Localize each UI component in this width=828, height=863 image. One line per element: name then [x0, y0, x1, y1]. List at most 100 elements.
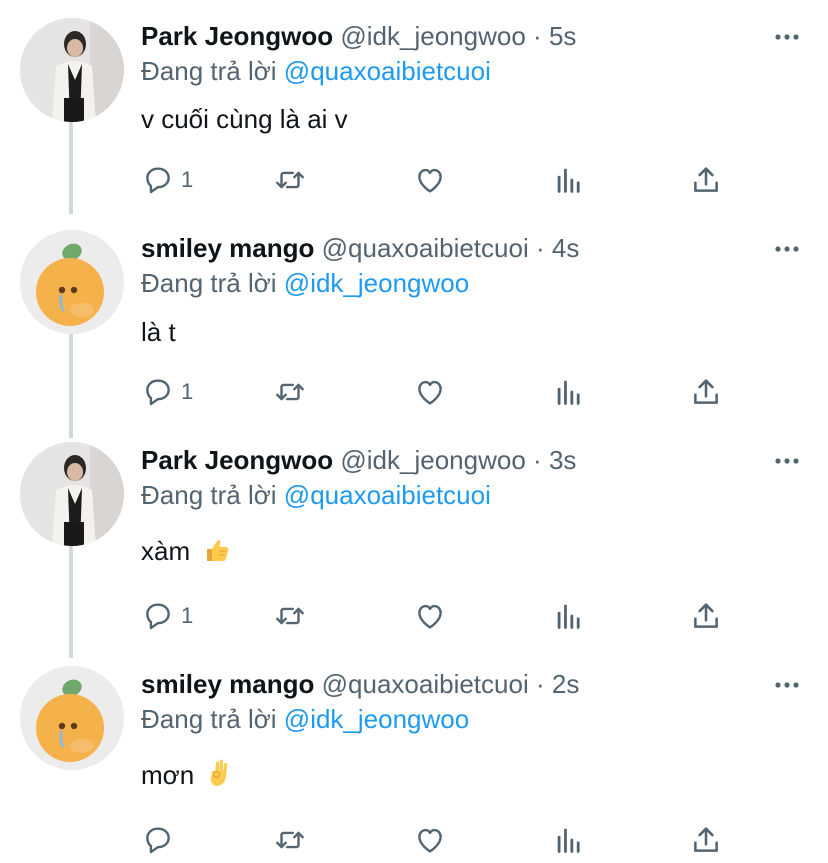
retweet-button[interactable]: [273, 370, 307, 414]
reply-button[interactable]: [141, 818, 181, 862]
tweet-text: là t: [141, 317, 176, 347]
reply-button[interactable]: 1: [141, 594, 193, 638]
replying-to: Đang trả lời @idk_jeongwoo: [141, 702, 469, 736]
timestamp[interactable]: 3s: [549, 445, 576, 475]
avatar[interactable]: [20, 442, 124, 546]
retweet-icon: [276, 831, 304, 849]
tweet-header: Park Jeongwoo @idk_jeongwoo · 3s: [141, 443, 576, 477]
share-button[interactable]: [689, 158, 723, 202]
separator-dot: ·: [535, 233, 545, 263]
display-name[interactable]: smiley mango: [141, 233, 314, 263]
retweet-button[interactable]: [273, 818, 307, 862]
reply-button[interactable]: 1: [141, 158, 193, 202]
tweet[interactable]: Park Jeongwoo @idk_jeongwoo · 5s Đang tr…: [0, 0, 828, 212]
mention-link[interactable]: @idk_jeongwoo: [284, 704, 469, 734]
display-name[interactable]: smiley mango: [141, 669, 314, 699]
like-button[interactable]: [413, 818, 447, 862]
retweet-icon: [276, 171, 304, 189]
tweet-text: v cuối cùng là ai v: [141, 104, 348, 134]
share-button[interactable]: [689, 818, 723, 862]
reply-count: 1: [181, 167, 194, 192]
share-icon: [694, 379, 718, 404]
timestamp[interactable]: 4s: [552, 233, 579, 263]
replying-to-label: Đang trả lời: [141, 480, 277, 510]
analytics-icon: [557, 168, 580, 193]
separator-dot: ·: [535, 669, 545, 699]
mango-avatar: [20, 666, 124, 770]
share-icon: [694, 827, 718, 852]
timestamp[interactable]: 2s: [552, 669, 579, 699]
analytics-button[interactable]: [552, 158, 586, 202]
retweet-button[interactable]: [273, 594, 307, 638]
mention-link[interactable]: @idk_jeongwoo: [284, 268, 469, 298]
share-button[interactable]: [689, 370, 723, 414]
action-bar: 1: [141, 370, 741, 414]
more-options-icon[interactable]: [772, 22, 802, 52]
analytics-button[interactable]: [552, 370, 586, 414]
reply-thread: Park Jeongwoo @idk_jeongwoo · 5s Đang tr…: [0, 0, 828, 863]
user-handle[interactable]: @idk_jeongwoo: [340, 21, 525, 51]
tweet-text: xàm: [141, 534, 231, 572]
tweet-text-content: xàm: [141, 536, 191, 566]
heart-icon: [418, 380, 442, 405]
more-options-icon[interactable]: [772, 670, 802, 700]
replying-to-label: Đang trả lời: [141, 56, 277, 86]
tweet-text: mơn: [141, 758, 233, 796]
more-options-icon[interactable]: [772, 446, 802, 476]
user-handle[interactable]: @quaxoaibietcuoi: [322, 669, 529, 699]
person-photo-avatar: [20, 18, 124, 122]
replying-to: Đang trả lời @quaxoaibietcuoi: [141, 478, 491, 512]
reply-icon: [146, 827, 170, 854]
reply-count: 1: [181, 603, 194, 628]
tweet[interactable]: smiley mango @quaxoaibietcuoi · 4s Đang …: [0, 212, 828, 424]
mention-link[interactable]: @quaxoaibietcuoi: [284, 56, 491, 86]
person-photo-avatar: [20, 442, 124, 546]
retweet-button[interactable]: [273, 158, 307, 202]
timestamp[interactable]: 5s: [549, 21, 576, 51]
analytics-icon: [557, 828, 580, 853]
reply-count: 1: [181, 379, 194, 404]
user-handle[interactable]: @quaxoaibietcuoi: [322, 233, 529, 263]
retweet-icon: [276, 607, 304, 625]
avatar[interactable]: [20, 666, 124, 770]
replying-to-label: Đang trả lời: [141, 268, 277, 298]
tweet-text-content: mơn: [141, 760, 195, 790]
more-options-icon[interactable]: [772, 234, 802, 264]
mango-avatar: [20, 230, 124, 334]
retweet-icon: [276, 383, 304, 401]
heart-icon: [418, 828, 442, 853]
display-name[interactable]: Park Jeongwoo: [141, 21, 333, 51]
share-icon: [694, 167, 718, 192]
like-button[interactable]: [413, 594, 447, 638]
reply-icon: [146, 603, 170, 630]
action-bar: 1: [141, 158, 741, 202]
tweet[interactable]: smiley mango @quaxoaibietcuoi · 2s Đang …: [0, 648, 828, 863]
display-name[interactable]: Park Jeongwoo: [141, 445, 333, 475]
replying-to: Đang trả lời @idk_jeongwoo: [141, 266, 469, 300]
replying-to-label: Đang trả lời: [141, 704, 277, 734]
analytics-button[interactable]: [552, 818, 586, 862]
tweet[interactable]: Park Jeongwoo @idk_jeongwoo · 3s Đang tr…: [0, 424, 828, 648]
reply-icon: [146, 379, 170, 406]
mention-link[interactable]: @quaxoaibietcuoi: [284, 480, 491, 510]
tweet-header: smiley mango @quaxoaibietcuoi · 4s: [141, 231, 579, 265]
replying-to: Đang trả lời @quaxoaibietcuoi: [141, 54, 491, 88]
analytics-button[interactable]: [552, 594, 586, 638]
heart-icon: [418, 168, 442, 193]
tweet-header: smiley mango @quaxoaibietcuoi · 2s: [141, 667, 579, 701]
heart-icon: [418, 604, 442, 629]
share-icon: [694, 603, 718, 628]
thumbs-up-emoji: [203, 536, 231, 572]
separator-dot: ·: [533, 445, 542, 475]
avatar[interactable]: [20, 18, 124, 122]
share-button[interactable]: [689, 594, 723, 638]
analytics-icon: [557, 604, 580, 629]
action-bar: [141, 818, 741, 862]
avatar[interactable]: [20, 230, 124, 334]
user-handle[interactable]: @idk_jeongwoo: [340, 445, 525, 475]
separator-dot: ·: [533, 21, 542, 51]
reply-button[interactable]: 1: [141, 370, 193, 414]
like-button[interactable]: [413, 370, 447, 414]
ok-hand-emoji: [207, 758, 233, 796]
like-button[interactable]: [413, 158, 447, 202]
